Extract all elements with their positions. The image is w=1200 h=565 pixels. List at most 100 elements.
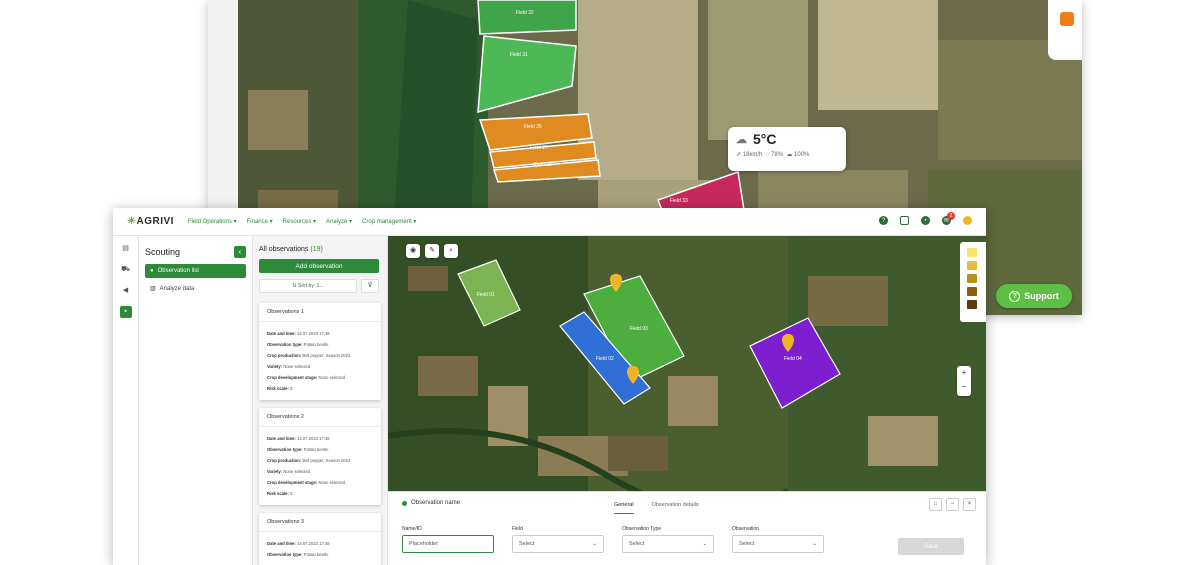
- card-row: Observation type: Potato beetle: [267, 552, 329, 557]
- sidebar-item-analyze-data[interactable]: ▥ Analyze data: [145, 281, 246, 296]
- layer-icon[interactable]: [1060, 12, 1074, 26]
- support-button[interactable]: ? Support: [996, 284, 1072, 308]
- scouting-icon[interactable]: ▪: [119, 306, 132, 318]
- zoom-in-icon[interactable]: +: [957, 366, 971, 380]
- field-label: Observation: [732, 526, 759, 532]
- tractor-icon[interactable]: ⛟: [120, 264, 132, 276]
- nav-field-operations[interactable]: Field Operations ▾: [188, 218, 237, 225]
- sidebar-item-observation-list[interactable]: ● Observation list: [145, 264, 246, 278]
- nav-analyze[interactable]: Analyze ▾: [326, 218, 352, 225]
- wind-icon: ⇗: [736, 152, 742, 158]
- calendar-icon[interactable]: [900, 216, 909, 225]
- map-field-label: Field 04: [784, 356, 802, 362]
- observation-select[interactable]: Select ⌄: [732, 535, 824, 553]
- chevron-down-icon: ⌄: [812, 541, 817, 547]
- observation-value: Select: [739, 541, 755, 547]
- card-row: Risk scale: 5: [267, 386, 293, 391]
- map-field-label: Field 01: [477, 292, 495, 298]
- filter-icon[interactable]: ⊽: [361, 279, 379, 293]
- card-row: Crop production: Bell pepper, Season 202…: [267, 458, 351, 463]
- legend-swatch: [967, 287, 977, 296]
- save-button[interactable]: Save: [898, 538, 964, 555]
- field-label: Field 27: [530, 145, 548, 151]
- zoom-control: + −: [957, 366, 971, 396]
- name-id-value: Placeholder: [409, 541, 439, 547]
- legend-swatch: [967, 261, 977, 270]
- field-label: Field 26: [524, 124, 542, 130]
- cloud-icon: ☁: [736, 133, 747, 146]
- sort-dropdown[interactable]: ⇅ Sort by: 1...: [259, 279, 357, 293]
- observation-card[interactable]: Observations 3 Date and time: 14.07.2023…: [259, 513, 381, 565]
- user-avatar-icon[interactable]: [963, 216, 972, 225]
- close-icon[interactable]: ×: [963, 498, 976, 511]
- observations-title: All observations (19): [259, 246, 381, 253]
- card-row: Date and time: 14.07.2023 17:46: [267, 331, 330, 336]
- support-label: Support: [1024, 291, 1059, 301]
- tab-general[interactable]: General: [614, 502, 634, 514]
- minimize-icon[interactable]: −: [946, 498, 959, 511]
- observations-list-panel: All observations (19) Add observation ⇅ …: [253, 236, 388, 565]
- nav-crop-management[interactable]: Crop management ▾: [362, 218, 416, 225]
- card-title: Observations 2: [259, 408, 381, 427]
- map-legend: [960, 242, 986, 322]
- legend-swatch: [967, 274, 977, 283]
- observation-type-value: Select: [629, 541, 645, 547]
- observation-card[interactable]: Observations 1 Date and time: 14.07.2023…: [259, 303, 381, 400]
- card-title: Observations 3: [259, 513, 381, 532]
- clipboard-icon[interactable]: ▤: [120, 243, 132, 255]
- scouting-sidebar: Scouting ‹ ● Observation list ▥ Analyze …: [139, 236, 253, 565]
- field-select[interactable]: Select ⌄: [512, 535, 604, 553]
- add-observation-button[interactable]: Add observation: [259, 259, 379, 273]
- cloud-cover-value: 100%: [794, 152, 810, 158]
- chevron-down-icon: ⌄: [592, 541, 597, 547]
- legend-swatch: [967, 300, 977, 309]
- card-title: Observations 1: [259, 303, 381, 322]
- tab-observation-details[interactable]: Observation details: [652, 502, 699, 514]
- sidebar-item-label: Observation list: [157, 268, 199, 274]
- nav-resources[interactable]: Resources ▾: [283, 218, 316, 225]
- sort-label: Sort by: 1...: [298, 283, 324, 289]
- field-label: Field 32: [516, 10, 534, 16]
- satellite-map[interactable]: Field 01 Field 03 Field 02 Field 04 ◉ ✎ …: [388, 236, 986, 491]
- field-label: Field 31: [510, 52, 528, 58]
- draw-icon[interactable]: ✎: [425, 244, 439, 258]
- field-label: Field: [512, 526, 523, 532]
- icon-rail: ▤ ⛟ ◀ ▪: [113, 236, 139, 565]
- legend-swatch: [967, 248, 977, 257]
- search-icon[interactable]: ⌕: [444, 244, 458, 258]
- nav-finance[interactable]: Finance ▾: [247, 218, 273, 225]
- megaphone-icon[interactable]: ◀: [120, 285, 132, 297]
- zoom-out-icon[interactable]: −: [957, 380, 971, 394]
- help-icon[interactable]: ?: [879, 216, 888, 225]
- home-icon[interactable]: ⌂: [929, 498, 942, 511]
- back-map-controls: [1048, 0, 1082, 60]
- card-row: Observation type: Potato beetle: [267, 447, 329, 452]
- observation-card[interactable]: Observations 2 Date and time: 14.07.2023…: [259, 408, 381, 505]
- card-row: Risk scale: 5: [267, 491, 293, 496]
- card-row: Date and time: 14.07.2023 17:46: [267, 436, 330, 441]
- notifications[interactable]: ✉ 2: [942, 212, 955, 225]
- observation-form-panel: Observation name General Observation det…: [388, 491, 986, 565]
- card-row: Variety: None selected: [267, 364, 311, 369]
- humidity-icon: ◌: [765, 152, 770, 158]
- status-dot: [402, 500, 407, 506]
- collapse-icon[interactable]: ‹: [234, 246, 246, 258]
- observation-type-select[interactable]: Select ⌄: [622, 535, 714, 553]
- field-label: Name/ID: [402, 526, 422, 532]
- name-id-input[interactable]: Placeholder: [402, 535, 494, 553]
- sidebar-title: Scouting: [145, 247, 181, 257]
- question-icon: ?: [1009, 290, 1021, 302]
- bell-icon[interactable]: •: [921, 216, 930, 225]
- eye-icon[interactable]: ◉: [406, 244, 420, 258]
- agrivi-logo[interactable]: ☀AGRIVI: [127, 216, 174, 227]
- field-label: Observation Type: [622, 526, 662, 532]
- field-select-value: Select: [519, 541, 535, 547]
- chevron-down-icon: ⌄: [702, 541, 707, 547]
- top-icons: ? • ✉ 2: [879, 212, 972, 225]
- wind-speed: 18km/h: [742, 152, 763, 158]
- card-row: Crop development stage: None selected: [267, 375, 346, 380]
- map-field-label: Field 03: [630, 326, 648, 332]
- card-row: Date and time: 14.07.2023 17:46: [267, 541, 330, 546]
- top-navigation: ☀AGRIVI Field Operations ▾ Finance ▾ Res…: [113, 208, 986, 236]
- chart-icon: ▥: [150, 286, 156, 292]
